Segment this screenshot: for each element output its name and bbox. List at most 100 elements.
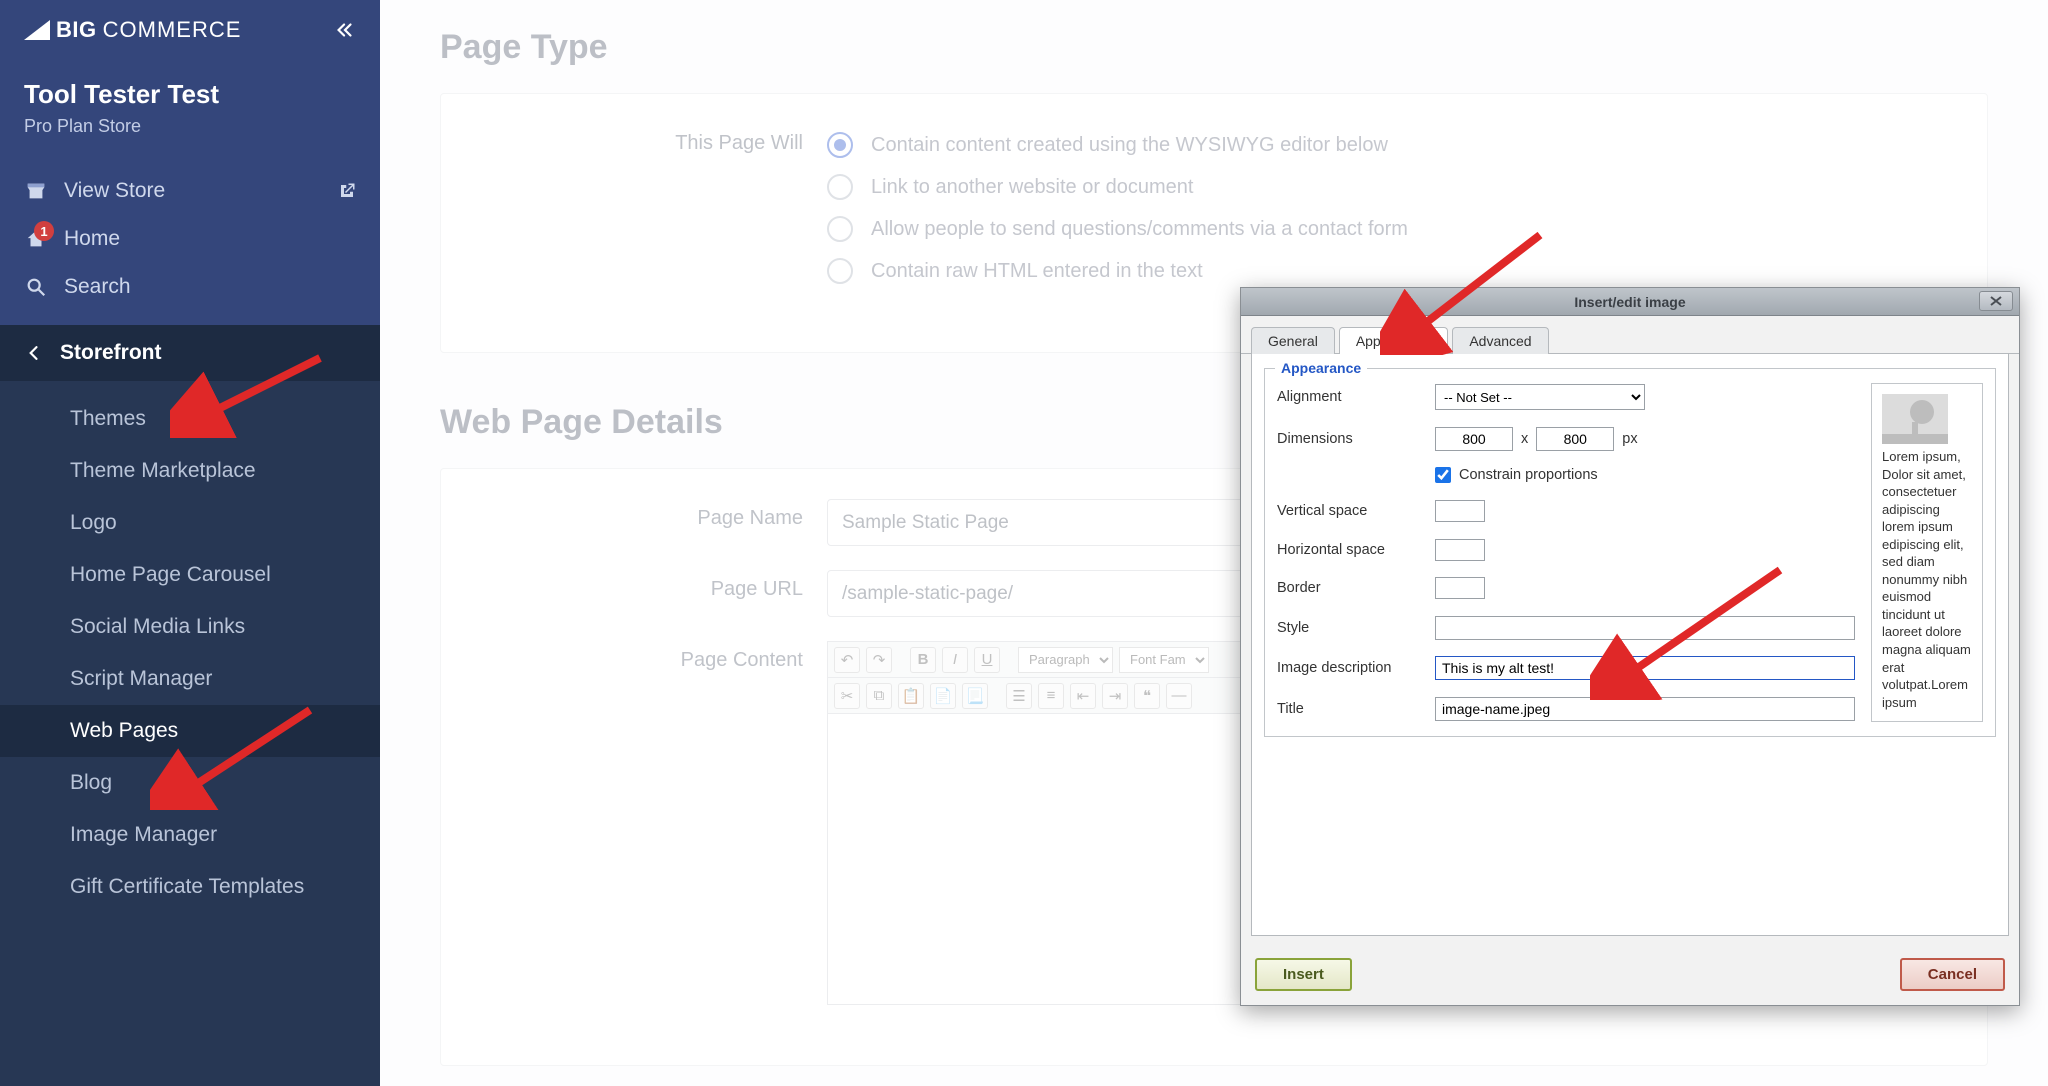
height-input[interactable] (1536, 427, 1614, 451)
insert-image-dialog: Insert/edit image General Appearance Adv… (1240, 287, 2020, 1006)
nav-search[interactable]: Search (0, 263, 380, 311)
italic-icon[interactable]: I (942, 647, 968, 673)
indent-icon[interactable]: ⇥ (1102, 683, 1128, 709)
title-input[interactable] (1435, 697, 1855, 721)
page-url-label: Page URL (477, 570, 827, 601)
brand-mark-icon (24, 20, 50, 40)
redo-icon[interactable]: ↷ (866, 647, 892, 673)
brand-logo: BIGCOMMERCE (24, 17, 241, 43)
sidebar-item-script-manager[interactable]: Script Manager (0, 653, 380, 705)
page-type-options: Contain content created using the WYSIWY… (827, 124, 1951, 292)
radio-icon[interactable] (827, 132, 853, 158)
tab-general[interactable]: General (1251, 327, 1335, 354)
ol-icon[interactable]: ≡ (1038, 683, 1064, 709)
nav-view-store[interactable]: View Store (0, 167, 380, 215)
nav-home[interactable]: 1 Home (0, 215, 380, 263)
radio-icon[interactable] (827, 216, 853, 242)
brand-bar: BIGCOMMERCE (0, 0, 380, 59)
store-icon (24, 179, 48, 203)
page-name-label: Page Name (477, 499, 827, 530)
sidebar-item-home-page-carousel[interactable]: Home Page Carousel (0, 549, 380, 601)
image-description-input[interactable] (1435, 656, 1855, 680)
dim-unit: px (1622, 431, 1637, 447)
tab-advanced[interactable]: Advanced (1452, 327, 1548, 354)
quote-icon[interactable]: ❝ (1134, 683, 1160, 709)
chevron-left-icon (24, 343, 44, 363)
dialog-tabs: General Appearance Advanced (1241, 316, 2019, 354)
subnav: ThemesTheme MarketplaceLogoHome Page Car… (0, 381, 380, 925)
external-link-icon (338, 182, 356, 200)
vspace-input[interactable] (1435, 500, 1485, 522)
dialog-body: Appearance Alignment -- Not Set -- Dimen… (1251, 354, 2009, 936)
section-storefront-head[interactable]: Storefront (0, 325, 380, 381)
font-family-select[interactable]: Font Fam (1119, 647, 1209, 673)
sidebar-item-social-media-links[interactable]: Social Media Links (0, 601, 380, 653)
page-type-option[interactable]: Contain raw HTML entered in the text (827, 250, 1951, 292)
sidebar-item-web-pages[interactable]: Web Pages (0, 705, 380, 757)
style-label: Style (1277, 620, 1427, 636)
close-icon (1989, 296, 2003, 306)
undo-icon[interactable]: ↶ (834, 647, 860, 673)
cut-icon[interactable]: ✂ (834, 683, 860, 709)
brand-text-big: BIG (56, 17, 97, 43)
constrain-checkbox[interactable] (1435, 467, 1451, 483)
border-label: Border (1277, 580, 1427, 596)
hspace-label: Horizontal space (1277, 542, 1427, 558)
page-type-option-label: Link to another website or document (871, 176, 1193, 199)
hspace-input[interactable] (1435, 539, 1485, 561)
insert-button[interactable]: Insert (1255, 958, 1352, 991)
page-type-option[interactable]: Link to another website or document (827, 166, 1951, 208)
sidebar-item-image-manager[interactable]: Image Manager (0, 809, 380, 861)
nav-search-label: Search (64, 275, 131, 299)
page-type-option[interactable]: Allow people to send questions/comments … (827, 208, 1951, 250)
appearance-fieldset: Appearance Alignment -- Not Set -- Dimen… (1264, 368, 1996, 737)
paste-word-icon[interactable]: 📃 (962, 683, 988, 709)
hr-icon[interactable]: — (1166, 683, 1192, 709)
sidebar-item-gift-certificate-templates[interactable]: Gift Certificate Templates (0, 861, 380, 913)
radio-icon[interactable] (827, 258, 853, 284)
page-content-label: Page Content (477, 641, 827, 672)
paste-icon[interactable]: 📋 (898, 683, 924, 709)
alignment-select[interactable]: -- Not Set -- (1435, 384, 1645, 410)
tab-appearance[interactable]: Appearance (1339, 327, 1449, 354)
border-input[interactable] (1435, 577, 1485, 599)
vspace-label: Vertical space (1277, 503, 1427, 519)
paste-text-icon[interactable]: 📄 (930, 683, 956, 709)
dimensions-label: Dimensions (1277, 431, 1427, 447)
preview-thumb-icon (1882, 394, 1948, 444)
underline-icon[interactable]: U (974, 647, 1000, 673)
collapse-sidebar-icon[interactable] (334, 19, 356, 41)
store-name: Tool Tester Test (24, 79, 356, 110)
radio-icon[interactable] (827, 174, 853, 200)
page-type-option-label: Contain raw HTML entered in the text (871, 260, 1203, 283)
fieldset-legend: Appearance (1275, 360, 1367, 376)
alignment-label: Alignment (1277, 389, 1427, 405)
dialog-close-button[interactable] (1979, 291, 2013, 311)
dialog-title-bar: Insert/edit image (1241, 288, 2019, 316)
section-title: Storefront (60, 341, 162, 365)
dim-separator: x (1521, 431, 1528, 447)
paragraph-select[interactable]: Paragraph (1018, 647, 1113, 673)
store-heading: Tool Tester Test Pro Plan Store (0, 59, 380, 159)
constrain-row[interactable]: Constrain proportions (1435, 467, 1855, 483)
preview-text: Lorem ipsum, Dolor sit amet, consectetue… (1882, 449, 1971, 710)
nav-home-label: Home (64, 227, 120, 251)
sidebar-item-blog[interactable]: Blog (0, 757, 380, 809)
sidebar: BIGCOMMERCE Tool Tester Test Pro Plan St… (0, 0, 380, 1086)
sidebar-item-logo[interactable]: Logo (0, 497, 380, 549)
sidebar-item-themes[interactable]: Themes (0, 393, 380, 445)
outdent-icon[interactable]: ⇤ (1070, 683, 1096, 709)
style-input[interactable] (1435, 616, 1855, 640)
sidebar-item-theme-marketplace[interactable]: Theme Marketplace (0, 445, 380, 497)
nav-main: View Store 1 Home Search (0, 159, 380, 325)
ul-icon[interactable]: ☰ (1006, 683, 1032, 709)
width-input[interactable] (1435, 427, 1513, 451)
brand-text-commerce: COMMERCE (103, 17, 242, 43)
preview-box: Lorem ipsum, Dolor sit amet, consectetue… (1871, 383, 1983, 722)
bold-icon[interactable]: B (910, 647, 936, 673)
page-type-option[interactable]: Contain content created using the WYSIWY… (827, 124, 1951, 166)
home-badge: 1 (34, 221, 54, 241)
store-plan: Pro Plan Store (24, 116, 356, 137)
copy-icon[interactable]: ⧉ (866, 683, 892, 709)
cancel-button[interactable]: Cancel (1900, 958, 2005, 991)
